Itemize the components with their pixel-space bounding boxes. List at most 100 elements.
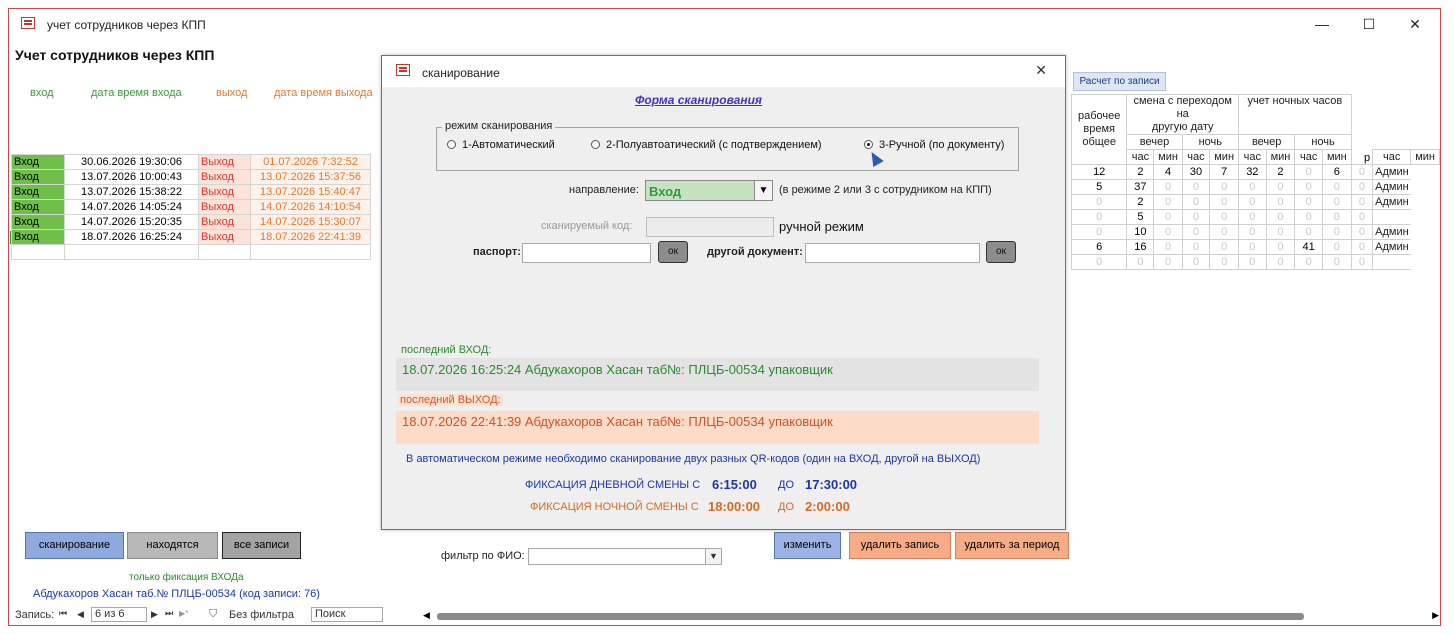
hours-cell[interactable]: 2 [1126,164,1155,180]
out-cell[interactable]: Выход [198,154,251,170]
hours-cell[interactable]: 0 [1209,254,1239,270]
hours-cell[interactable]: 0 [1209,194,1239,210]
hours-cell[interactable]: 0 [1350,164,1374,180]
hours-cell[interactable]: 0 [1070,194,1128,210]
hours-cell[interactable]: 0 [1238,179,1267,195]
hours-cell[interactable]: 0 [1238,194,1267,210]
out-datetime-cell[interactable]: 13.07.2026 15:37:56 [250,169,371,185]
hours-cell[interactable]: 5 [1126,209,1155,225]
hours-row[interactable]: 12 2 4 30 7 32 2 0 6 0 Админ [1070,164,1440,180]
passport-input[interactable] [522,243,651,263]
hours-cell[interactable]: 0 [1265,209,1296,225]
hours-cell[interactable]: 0 [1294,254,1323,270]
out-datetime-cell[interactable]: 18.07.2026 22:41:39 [250,229,371,245]
hours-cell[interactable]: 12 [1070,164,1128,180]
hours-row[interactable]: 0 10 0 0 0 0 0 0 0 0 Админ [1070,224,1440,240]
in-cell[interactable]: Вход [11,184,65,200]
hours-cell[interactable]: 0 [1294,224,1323,240]
form-title-link[interactable]: Форма сканирования [635,93,762,107]
scroll-thumb[interactable] [437,613,1304,620]
edit-button[interactable]: изменить [774,532,841,559]
out-cell[interactable]: Выход [198,229,251,245]
hours-cell[interactable]: 0 [1321,239,1352,255]
user-cell[interactable]: Админ [1372,194,1411,210]
hours-row[interactable]: 5 37 0 0 0 0 0 0 0 0 Админ [1070,179,1440,195]
hours-cell[interactable]: 0 [1181,239,1211,255]
hours-cell[interactable]: 4 [1153,164,1183,180]
in-cell[interactable]: Вход [11,229,65,245]
hours-cell[interactable]: 0 [1321,224,1352,240]
table-row[interactable]: Вход 18.07.2026 16:25:24 Выход 18.07.2026 2… [11,229,371,245]
in-datetime-cell[interactable]: 13.07.2026 10:00:43 [64,169,199,185]
empty-cell[interactable] [11,244,65,260]
hours-cell[interactable]: 6 [1070,239,1128,255]
hours-cell[interactable]: 2 [1265,164,1296,180]
scroll-right-icon[interactable]: ▶ [1432,610,1439,621]
empty-cell[interactable] [64,244,199,260]
new-record-icon[interactable]: ▶* [179,609,188,618]
last-record-icon[interactable]: ⏭ [165,608,173,619]
table-row[interactable]: Вход 13.07.2026 10:00:43 Выход 13.07.2026 1… [11,169,371,185]
mode-manual-radio[interactable]: 3-Ручной (по документу) [864,139,1004,151]
table-row[interactable]: Вход 13.07.2026 15:38:22 Выход 13.07.2026 1… [11,184,371,200]
hours-cell[interactable]: 0 [1294,209,1323,225]
hours-cell[interactable]: 0 [1153,209,1183,225]
maximize-button[interactable]: ☐ [1355,13,1383,35]
hours-cell[interactable]: 37 [1126,179,1155,195]
hours-cell[interactable]: 0 [1350,254,1374,270]
other-doc-ok-button[interactable]: ок [986,241,1016,263]
mode-auto-radio[interactable]: 1-Автоматический [447,139,555,151]
user-cell[interactable]: Админ [1372,224,1411,240]
hours-cell[interactable]: 0 [1265,224,1296,240]
close-button[interactable]: ✕ [1401,13,1429,35]
scan-code-input[interactable] [646,217,774,237]
out-datetime-cell[interactable]: 01.07.2026 7:32:52 [250,154,371,170]
hours-cell[interactable]: 0 [1209,239,1239,255]
hours-cell[interactable]: 0 [1153,239,1183,255]
in-cell[interactable]: Вход [11,199,65,215]
hours-cell[interactable]: 0 [1209,209,1239,225]
user-cell[interactable]: Админ [1372,179,1411,195]
hours-cell[interactable]: 41 [1294,239,1323,255]
table-row[interactable]: Вход 14.07.2026 15:20:35 Выход 14.07.2026 1… [11,214,371,230]
empty-cell[interactable] [198,244,251,260]
out-cell[interactable]: Выход [198,214,251,230]
direction-combo[interactable]: Вход ▼ [645,180,773,201]
delete-record-button[interactable]: удалить запись [849,532,951,559]
dialog-close-icon[interactable]: ✕ [1035,62,1047,79]
chevron-down-icon[interactable]: ▼ [754,181,772,200]
in-cell[interactable]: Вход [11,169,65,185]
out-datetime-cell[interactable]: 14.07.2026 14:10:54 [250,199,371,215]
hours-cell[interactable]: 0 [1153,254,1183,270]
hours-row[interactable]: 0500000000 [1070,209,1440,225]
hours-cell[interactable]: 0 [1238,209,1267,225]
hours-cell[interactable]: 10 [1126,224,1155,240]
hours-cell[interactable]: 0 [1350,194,1374,210]
hours-cell[interactable]: 0 [1294,194,1323,210]
delete-period-button[interactable]: удалить за период [955,532,1069,559]
user-cell[interactable] [1372,209,1411,225]
in-datetime-cell[interactable]: 14.07.2026 15:20:35 [64,214,199,230]
in-datetime-cell[interactable]: 14.07.2026 14:05:24 [64,199,199,215]
new-row[interactable] [11,244,371,260]
scan-button[interactable]: сканирование [25,532,124,559]
other-doc-input[interactable] [805,243,980,263]
hours-cell[interactable]: 16 [1126,239,1155,255]
hours-cell[interactable]: 0 [1070,254,1128,270]
prev-record-icon[interactable]: ◀ [77,609,84,620]
hours-cell[interactable]: 0 [1070,224,1128,240]
out-datetime-cell[interactable]: 14.07.2026 15:30:07 [250,214,371,230]
hours-cell[interactable]: 0 [1265,239,1296,255]
search-input[interactable]: Поиск [311,607,383,622]
hours-cell[interactable]: 0 [1350,239,1374,255]
chevron-down-icon[interactable]: ▼ [705,549,721,564]
hours-cell[interactable]: 0 [1209,179,1239,195]
user-cell[interactable] [1372,254,1411,270]
hours-cell[interactable]: 0 [1350,209,1374,225]
all-records-button[interactable]: все записи [222,532,301,559]
hours-cell[interactable]: 7 [1209,164,1239,180]
hours-cell[interactable]: 0 [1350,224,1374,240]
hours-cell[interactable]: 32 [1238,164,1267,180]
hours-cell[interactable]: 0 [1126,254,1155,270]
hours-cell[interactable]: 0 [1153,194,1183,210]
